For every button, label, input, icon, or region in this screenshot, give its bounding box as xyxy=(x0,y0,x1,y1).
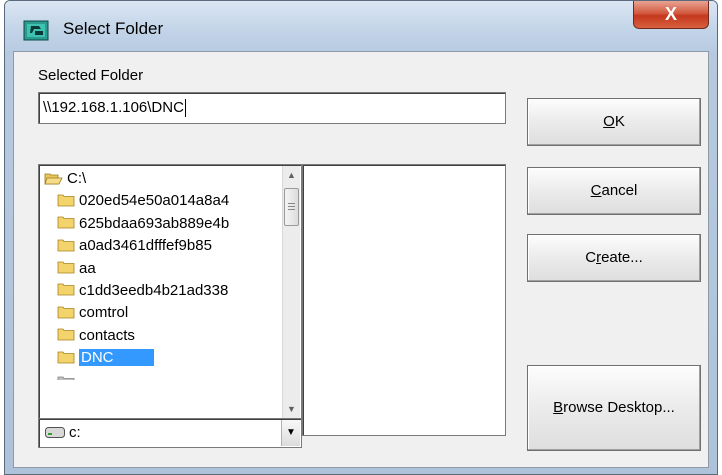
window-title: Select Folder xyxy=(63,19,164,38)
cancel-button[interactable]: Cancel xyxy=(527,167,701,215)
selected-folder-value: \\192.168.1.106\DNC xyxy=(43,99,184,116)
tree-item-label: aa xyxy=(79,259,96,277)
close-button[interactable]: X xyxy=(633,1,709,29)
tree-item-label: 020ed54e50a014a8a4 xyxy=(79,192,230,210)
folder-icon xyxy=(57,328,75,341)
drive-select[interactable]: c: ▼ xyxy=(38,418,302,448)
tree-item-label: DNC xyxy=(79,349,154,367)
folder-icon xyxy=(57,239,75,252)
thumb-grip-line xyxy=(288,203,295,204)
folder-tree-list[interactable]: C:\ 020ed54e50a014a8a4 625bdaa693ab889e4… xyxy=(38,164,302,420)
ok-mnemonic: O xyxy=(603,113,615,130)
ok-button[interactable]: OK xyxy=(527,98,701,146)
open-folder-icon xyxy=(44,173,63,184)
tree-item-label: c1dd3eedb4b21ad338 xyxy=(79,281,229,299)
tree-item-label: comtrol xyxy=(79,304,129,322)
select-folder-dialog: Select Folder X Selected Folder \\192.16… xyxy=(4,0,718,475)
tree-item-label: contacts xyxy=(79,326,135,344)
folder-icon xyxy=(57,216,75,229)
selected-folder-input[interactable]: \\192.168.1.106\DNC xyxy=(38,92,506,124)
tree-item[interactable]: aa xyxy=(43,258,281,280)
scroll-down-arrow-icon[interactable]: ▼ xyxy=(283,400,300,418)
text-caret xyxy=(184,99,186,118)
file-list[interactable] xyxy=(302,164,506,436)
browse-desktop-button[interactable]: Browse Desktop... xyxy=(527,365,701,451)
create-label-pre: C xyxy=(585,249,597,266)
ok-label-rest: K xyxy=(614,113,625,130)
tree-item[interactable]: 020ed54e50a014a8a4 xyxy=(43,190,281,212)
folder-icon xyxy=(57,376,75,380)
tree-item[interactable]: contacts xyxy=(43,325,281,347)
scroll-thumb[interactable] xyxy=(284,188,299,226)
drive-value: c: xyxy=(69,424,81,441)
tree-item-partial xyxy=(43,370,281,380)
thumb-grip-line xyxy=(288,209,295,210)
folder-select-icon xyxy=(23,20,49,41)
tree-item[interactable]: a0ad3461dfffef9b85 xyxy=(43,235,281,257)
cancel-label-rest: ancel xyxy=(601,182,638,199)
browse-label-rest: rowse Desktop... xyxy=(563,399,675,416)
create-button[interactable]: Create... xyxy=(527,234,701,282)
tree-item[interactable]: c1dd3eedb4b21ad338 xyxy=(43,280,281,302)
dialog-body: Selected Folder \\192.168.1.106\DNC OK C… xyxy=(13,51,709,468)
cancel-mnemonic: C xyxy=(590,182,602,199)
tree-item-root-label: C:\ xyxy=(67,170,87,187)
tree-item-root[interactable]: C:\ xyxy=(43,168,281,190)
selected-folder-label: Selected Folder xyxy=(38,67,144,84)
thumb-grip-line xyxy=(288,206,295,207)
folder-tree-scrollbar[interactable]: ▲ ▼ xyxy=(282,166,300,418)
tree-item-label: a0ad3461dfffef9b85 xyxy=(79,237,212,255)
folder-icon xyxy=(57,194,75,207)
tree-item[interactable]: comtrol xyxy=(43,302,281,324)
title-bar[interactable]: Select Folder X xyxy=(5,1,717,51)
chevron-down-icon[interactable]: ▼ xyxy=(281,420,300,446)
browse-mnemonic: B xyxy=(553,399,564,416)
folder-icon xyxy=(57,261,75,274)
folder-icon xyxy=(57,351,75,364)
tree-item-selected[interactable]: DNC xyxy=(43,347,281,369)
folder-icon xyxy=(57,284,75,296)
tree-item-label: 625bdaa693ab889e4b xyxy=(79,214,230,232)
tree-item[interactable]: 625bdaa693ab889e4b xyxy=(43,213,281,235)
folder-icon xyxy=(57,306,75,319)
create-label-rest: eate... xyxy=(601,249,643,266)
folder-tree-items: C:\ 020ed54e50a014a8a4 625bdaa693ab889e4… xyxy=(43,168,281,380)
hard-drive-icon xyxy=(45,427,65,438)
scroll-up-arrow-icon[interactable]: ▲ xyxy=(283,166,300,184)
